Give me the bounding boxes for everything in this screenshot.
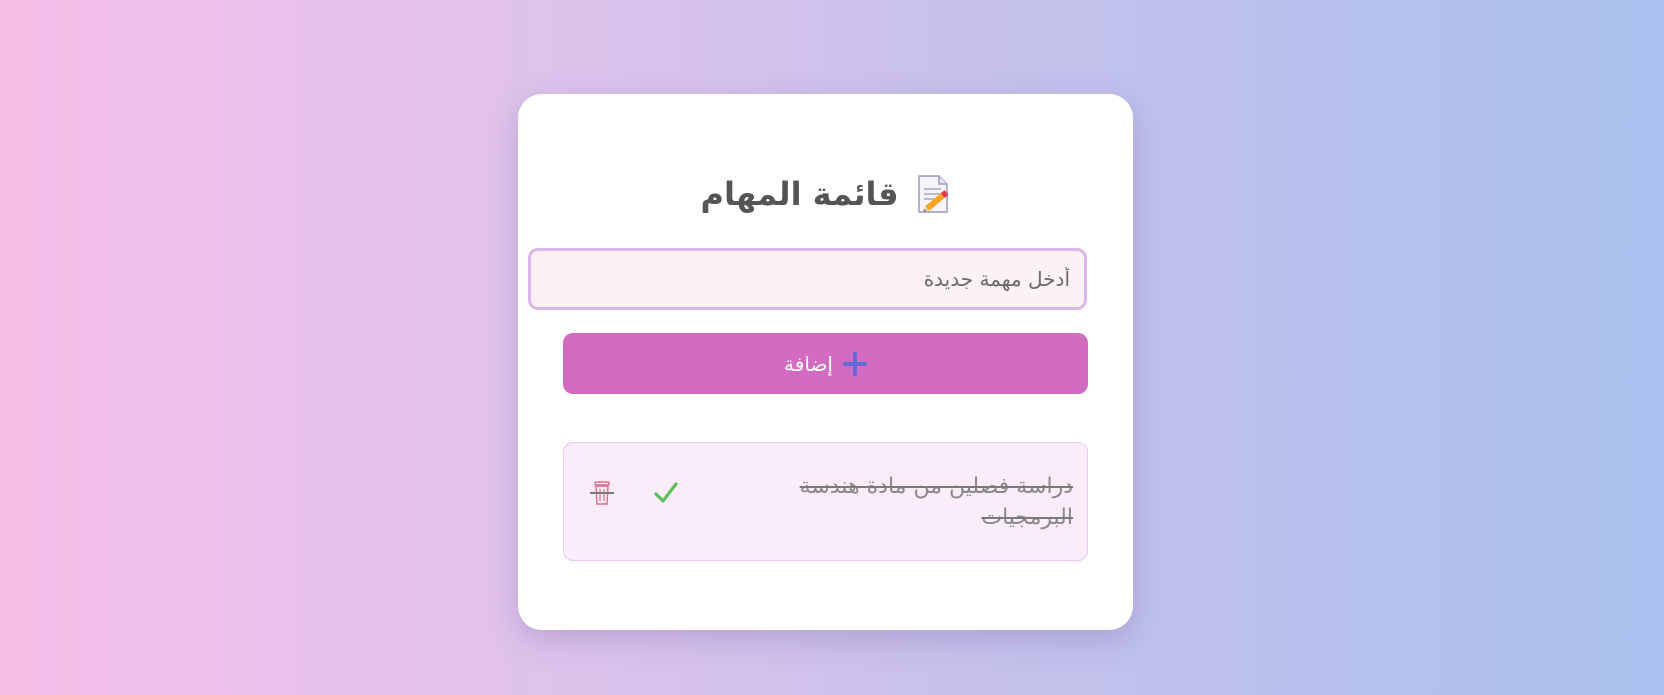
task-text: دراسة فصلين من مادة هندسة البرمجيات xyxy=(799,474,1073,530)
todo-card: قائمة المهام إضافة دراسة فصلين من مادة ه… xyxy=(518,94,1133,630)
page-title: قائمة المهام xyxy=(700,175,899,213)
task-input[interactable] xyxy=(528,248,1087,310)
memo-icon xyxy=(915,174,951,214)
add-button-label: إضافة xyxy=(784,351,833,376)
title-row: قائمة المهام xyxy=(518,174,1133,214)
checkmark-icon xyxy=(654,482,678,503)
complete-task-button[interactable] xyxy=(650,477,682,509)
task-item: دراسة فصلين من مادة هندسة البرمجيات xyxy=(563,442,1088,561)
plus-icon xyxy=(842,351,867,376)
add-task-button[interactable]: إضافة xyxy=(563,333,1088,394)
trash-icon xyxy=(594,481,610,505)
delete-task-button[interactable] xyxy=(586,477,618,509)
task-list: دراسة فصلين من مادة هندسة البرمجيات xyxy=(563,442,1088,561)
